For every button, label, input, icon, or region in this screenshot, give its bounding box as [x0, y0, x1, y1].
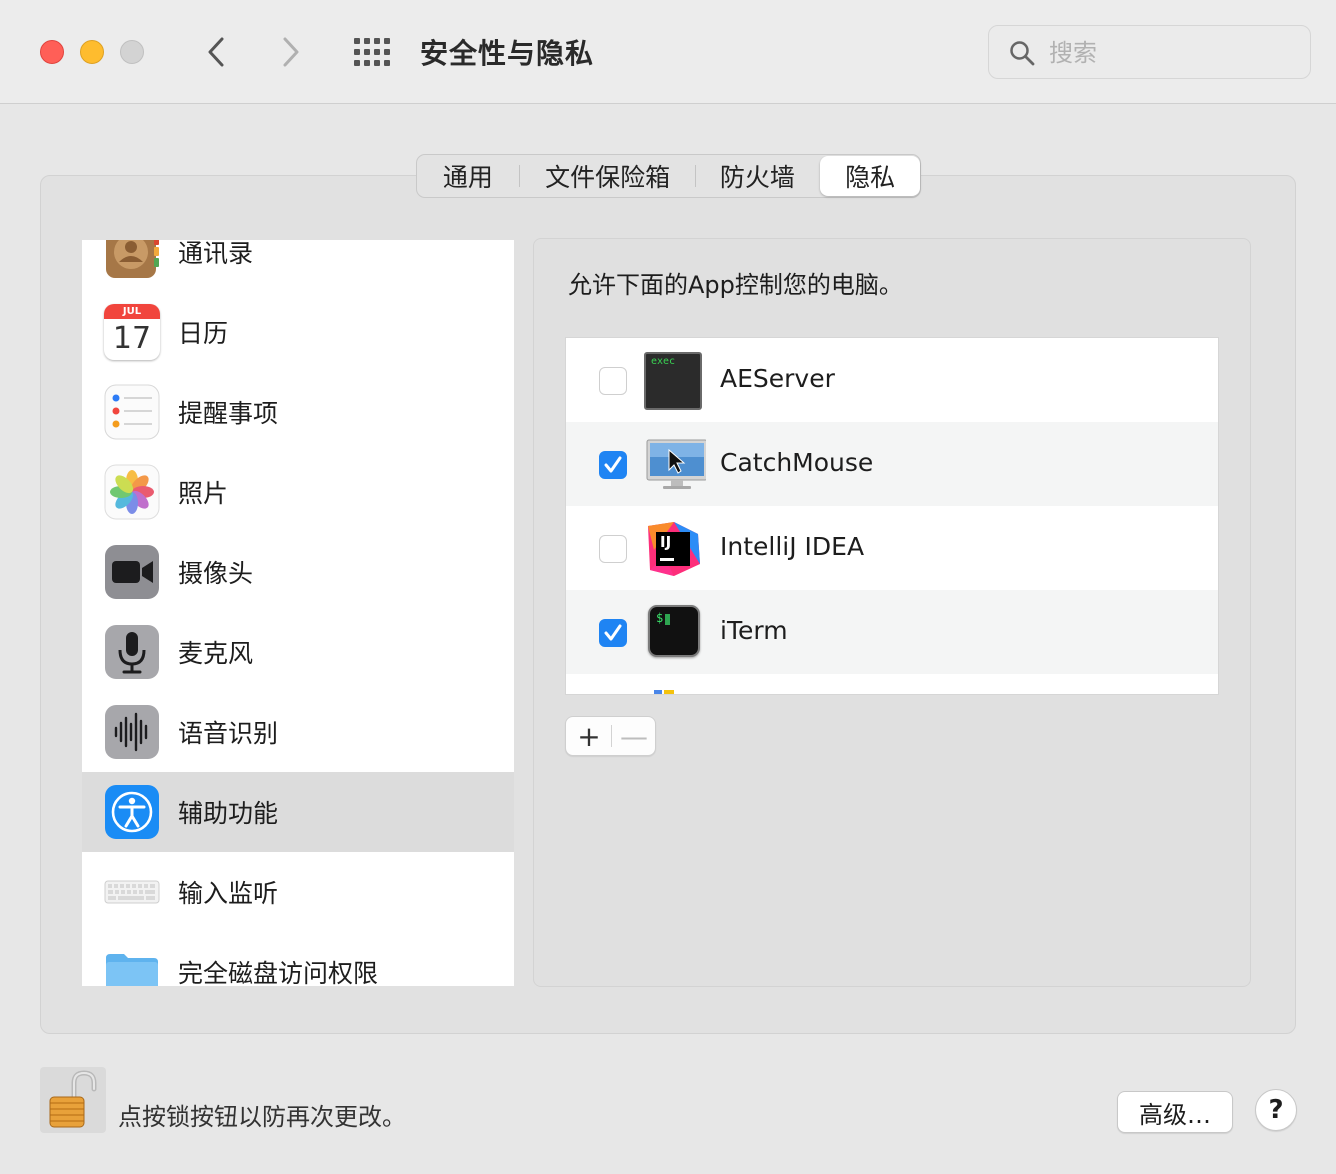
sidebar-item-contacts[interactable]: 通讯录 [82, 240, 514, 292]
intellij-icon [648, 522, 700, 576]
search-field[interactable] [988, 25, 1311, 79]
sidebar-item-accessibility[interactable]: 辅助功能 [82, 772, 514, 852]
show-all-grid-button[interactable] [352, 36, 392, 68]
lock-hint-text: 点按锁按钮以防再次更改。 [118, 1103, 406, 1131]
sidebar-item-reminders[interactable]: 提醒事项 [82, 372, 514, 452]
minimize-button[interactable] [80, 40, 104, 64]
sidebar-item-microphone[interactable]: 麦克风 [82, 612, 514, 692]
app-name: CatchMouse [720, 448, 874, 477]
app-row-catchmouse[interactable]: CatchMouse [566, 422, 1218, 506]
checkmark-icon [604, 456, 622, 473]
forward-button[interactable] [271, 30, 311, 74]
sidebar-item-input-monitoring[interactable]: 输入监听 [82, 852, 514, 932]
iterm-cursor [665, 614, 670, 625]
sidebar-item-label: 日历 [178, 319, 229, 348]
sidebar-item-label: 完全磁盘访问权限 [178, 959, 379, 986]
title-bar: 安全性与隐私 [0, 0, 1336, 104]
tab-privacy[interactable]: 隐私 [820, 156, 920, 196]
reminders-icon [104, 384, 160, 440]
sidebar-item-calendar[interactable]: JUL 17 日历 [82, 292, 514, 372]
app-name: AEServer [720, 364, 835, 393]
app-row-intellij-idea[interactable]: IJ IntelliJ IDEA [566, 506, 1218, 590]
tab-general[interactable]: 通用 [417, 156, 519, 196]
camera-icon [105, 545, 159, 599]
panel-description: 允许下面的App控制您的电脑。 [568, 271, 903, 299]
tab-firewall[interactable]: 防火墙 [696, 156, 818, 196]
search-input[interactable] [1049, 36, 1289, 70]
add-remove-control: + — [565, 716, 656, 756]
sidebar-item-label: 摄像头 [178, 559, 254, 588]
privacy-category-list[interactable]: 通讯录 JUL 17 日历 提醒事项 照片 摄像头 麦克风 语音识别 辅助功能 … [82, 240, 514, 986]
app-name: IntelliJ IDEA [720, 532, 865, 561]
back-button[interactable] [196, 30, 236, 74]
grid-icon [354, 38, 390, 66]
app-row-partial[interactable] [566, 674, 1218, 694]
app-checkbox[interactable] [599, 451, 627, 479]
chevron-left-icon [208, 37, 224, 67]
app-checkbox[interactable] [599, 367, 627, 395]
sidebar-item-label: 辅助功能 [178, 799, 279, 828]
sidebar-item-label: 提醒事项 [178, 399, 279, 428]
intellij-icon-label: IJ [660, 533, 672, 551]
sidebar-item-label: 通讯录 [178, 240, 254, 268]
sidebar-item-camera[interactable]: 摄像头 [82, 532, 514, 612]
sidebar-item-label: 麦克风 [178, 639, 254, 668]
contacts-icon [106, 240, 159, 278]
sidebar-item-label: 输入监听 [178, 879, 279, 908]
iterm-prompt: $ [656, 611, 664, 625]
unlocked-padlock-icon [49, 1070, 97, 1128]
photos-icon [104, 464, 160, 520]
close-button[interactable] [40, 40, 64, 64]
app-checkbox[interactable] [599, 535, 627, 563]
sidebar-item-full-disk-access[interactable]: 完全磁盘访问权限 [82, 932, 514, 986]
exec-label: exec [651, 356, 676, 367]
sidebar-item-label: 语音识别 [178, 719, 279, 748]
app-list[interactable]: exec AEServer CatchMouse IJ IntelliJ IDE… [565, 337, 1219, 695]
folder-icon [106, 954, 158, 986]
keyboard-icon [104, 880, 160, 904]
partial-app-icon [664, 690, 674, 694]
app-row-aeserver[interactable]: exec AEServer [566, 338, 1218, 422]
tab-filevault[interactable]: 文件保险箱 [520, 156, 696, 196]
calendar-month: JUL [104, 304, 160, 319]
accessibility-icon [105, 785, 159, 839]
exec-terminal-icon: exec [644, 352, 702, 410]
lock-button[interactable] [40, 1067, 106, 1133]
segmented-tab-bar: 通用 文件保险箱 防火墙 隐私 [416, 154, 921, 198]
window-title: 安全性与隐私 [420, 37, 595, 70]
add-app-button[interactable]: + [566, 717, 612, 755]
zoom-button[interactable] [120, 40, 144, 64]
partial-app-icon [654, 690, 662, 694]
iterm-icon: $ [648, 605, 700, 657]
app-name: iTerm [720, 616, 788, 645]
microphone-icon [105, 625, 159, 679]
checkmark-icon [604, 624, 622, 641]
app-checkbox[interactable] [599, 619, 627, 647]
search-icon [1010, 41, 1035, 66]
chevron-right-icon [283, 37, 299, 67]
sidebar-item-photos[interactable]: 照片 [82, 452, 514, 532]
calendar-day: 17 [112, 321, 152, 356]
speech-recognition-icon [105, 705, 159, 759]
catchmouse-icon [646, 439, 706, 489]
help-button[interactable]: ? [1255, 1089, 1297, 1131]
calendar-icon: JUL 17 [104, 304, 160, 360]
remove-app-button[interactable]: — [612, 717, 656, 755]
advanced-button[interactable]: 高级… [1117, 1091, 1233, 1133]
app-row-iterm[interactable]: $ iTerm [566, 590, 1218, 674]
sidebar-item-speech-recognition[interactable]: 语音识别 [82, 692, 514, 772]
sidebar-item-label: 照片 [178, 479, 229, 508]
